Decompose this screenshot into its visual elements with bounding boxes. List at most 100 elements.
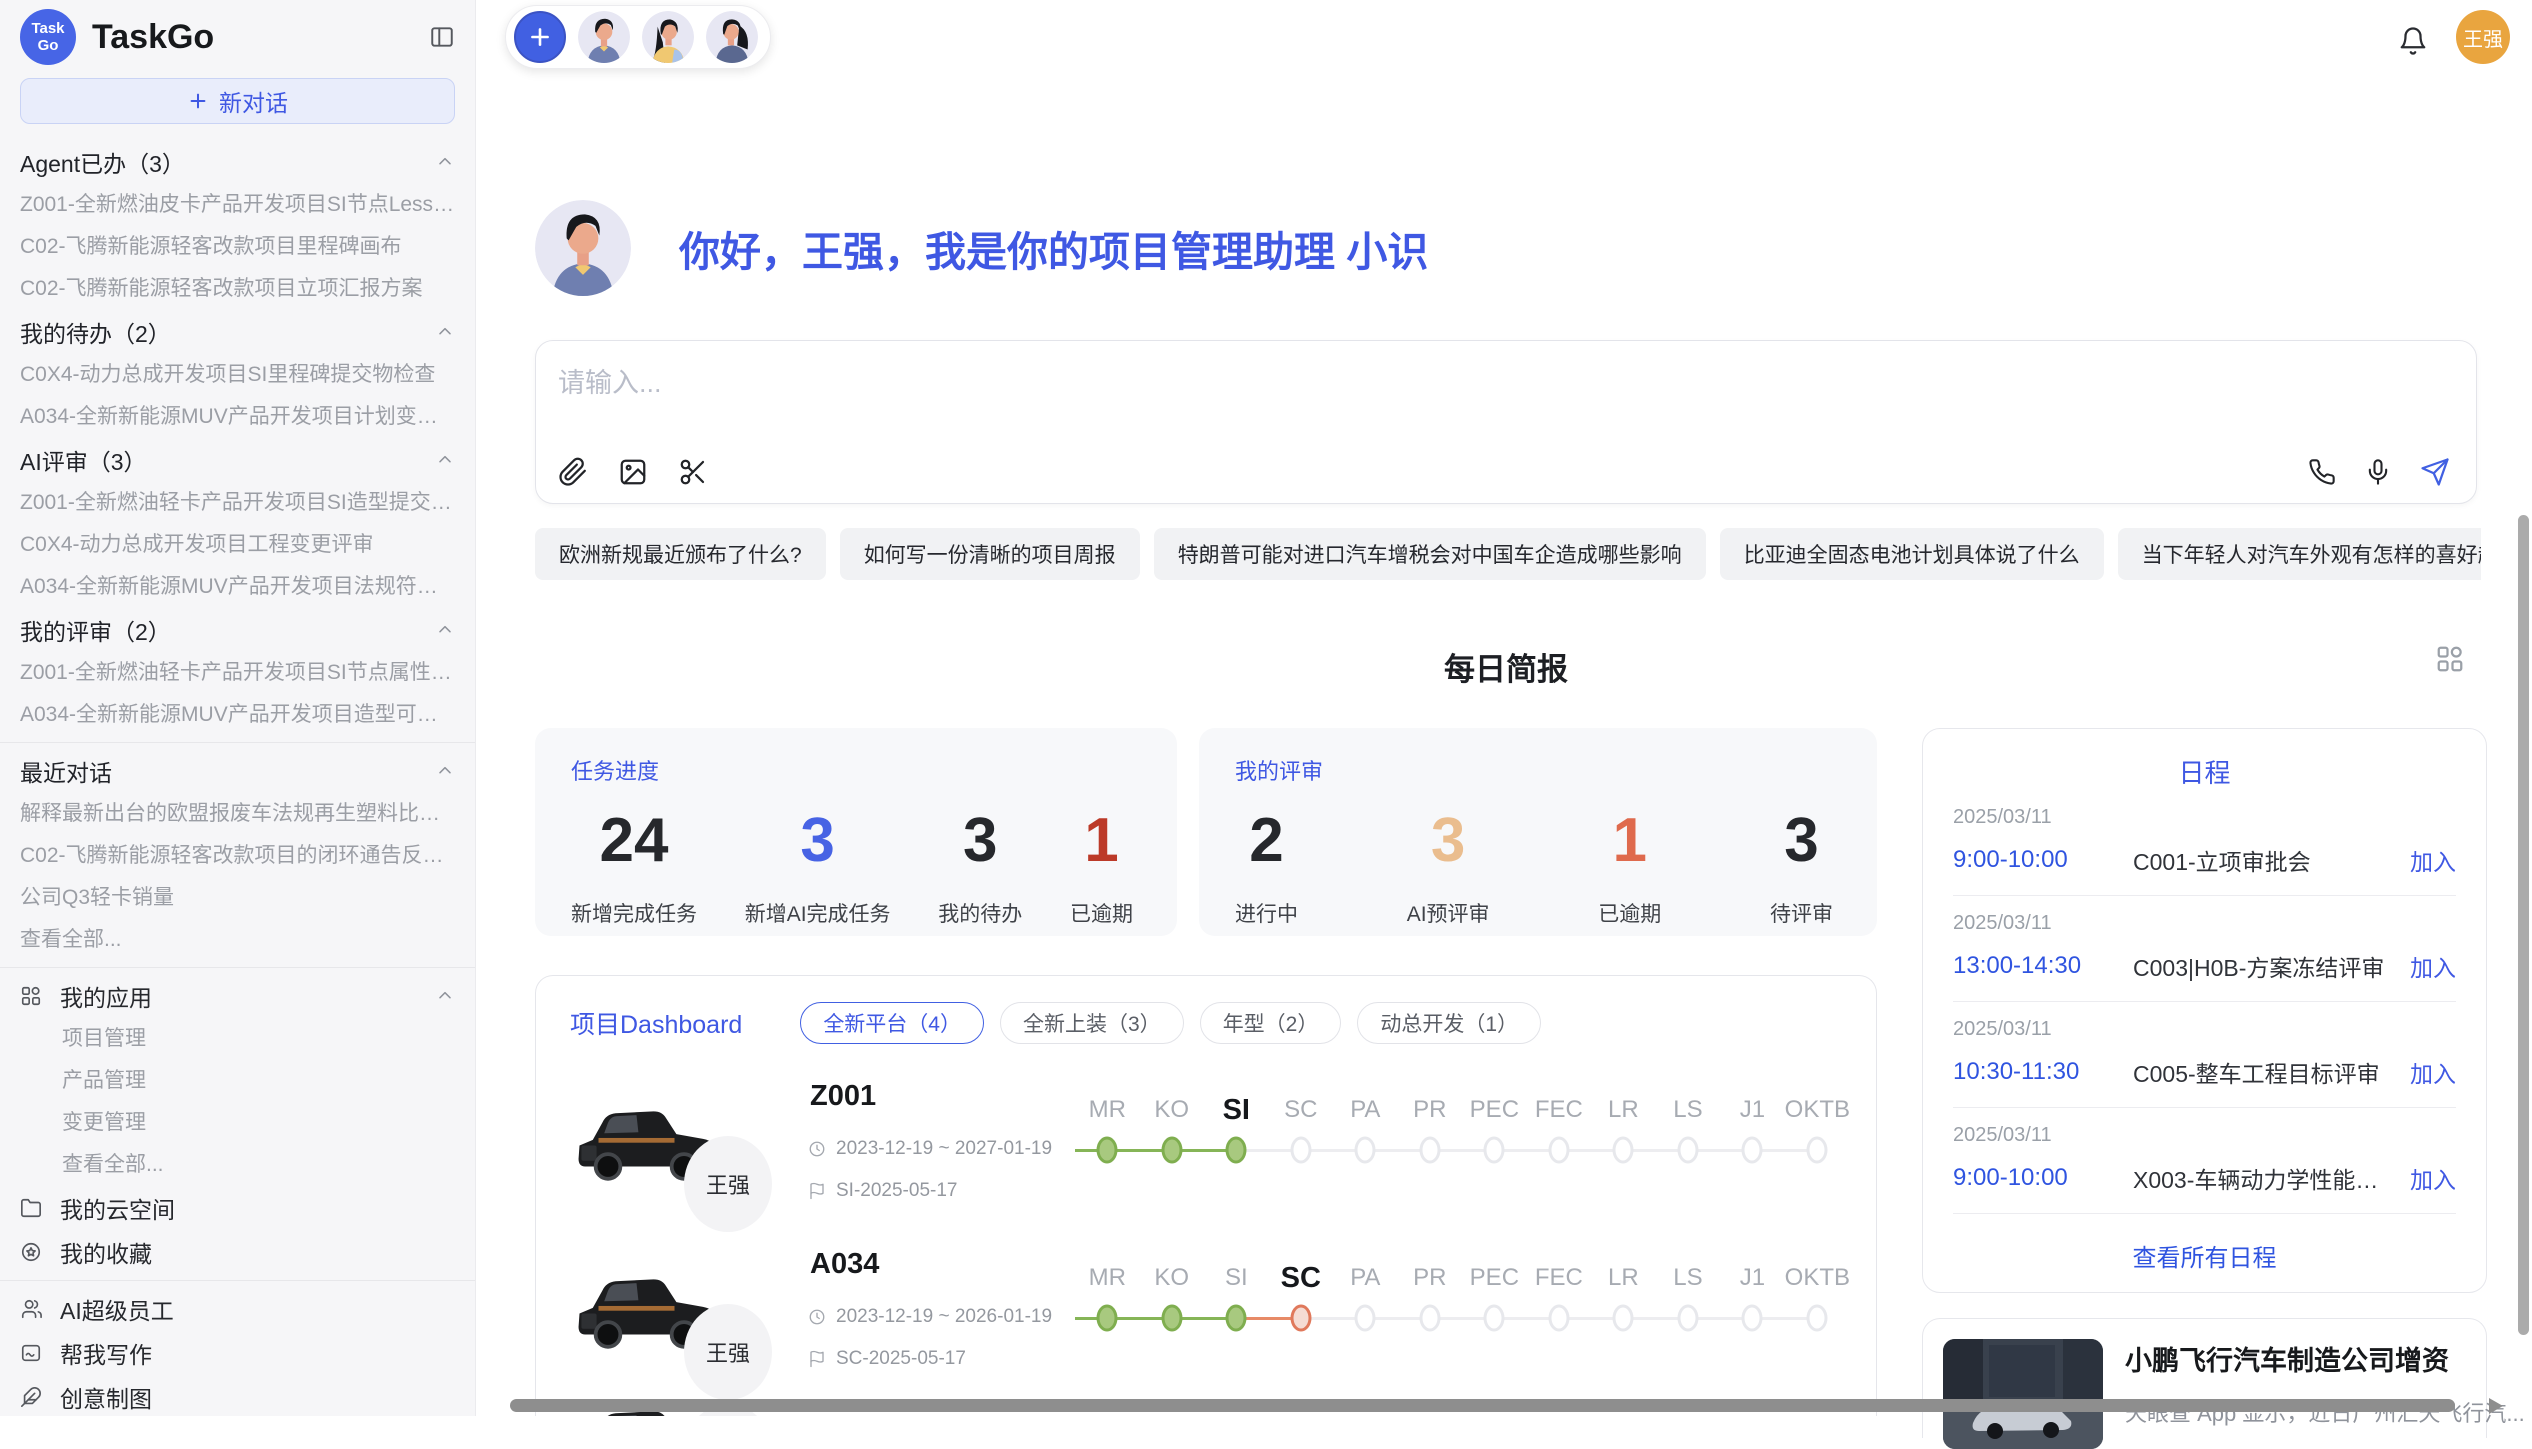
list-item[interactable]: A034-全新新能源MUV产品开发项目法规符合性评审 [20, 566, 455, 608]
list-item[interactable]: Z001-全新燃油皮卡产品开发项目SI节点Lesson Learn报告 [20, 184, 455, 226]
milestone: PEC [1462, 1090, 1527, 1170]
list-item[interactable]: 解释最新出台的欧盟报废车法规再生塑料比例被调至15%... [20, 793, 455, 835]
chevron-up-icon[interactable] [435, 152, 455, 172]
sidebar-item-my-apps[interactable]: 我的应用 [20, 974, 455, 1018]
app-logo: Task Go [20, 9, 76, 65]
milestone: MR [1075, 1090, 1140, 1170]
filter-chip[interactable]: 全新上装（3） [1000, 1002, 1184, 1044]
collapse-sidebar-icon[interactable] [429, 24, 455, 50]
project-dates: 2023-12-19 ~ 2027-01-19 [808, 1138, 1052, 1160]
schedule-title: 日程 [1953, 753, 2456, 790]
attach-file-icon[interactable] [558, 457, 588, 487]
milestone: SI [1204, 1258, 1269, 1338]
project-milestone-ref: SI-2025-05-17 [808, 1180, 957, 1202]
list-item[interactable]: A034-全新新能源MUV产品开发项目计划变更表编写 [20, 396, 455, 438]
milestone-dot [1677, 1137, 1698, 1164]
join-link[interactable]: 加入 [2410, 949, 2456, 983]
milestone-dot [1419, 1137, 1440, 1164]
chevron-up-icon[interactable] [435, 450, 455, 470]
project-code: A034 [810, 1248, 879, 1281]
chevron-up-icon[interactable] [435, 322, 455, 342]
app-title: TaskGo [92, 18, 429, 57]
list-item[interactable]: 公司Q3轻卡销量 [20, 877, 455, 919]
view-all-schedule-link[interactable]: 查看所有日程 [1953, 1238, 2456, 1273]
project-row[interactable]: 王强 A034 2023-12-19 ~ 2026-01-19 SC-2025-… [570, 1244, 1850, 1404]
milestone-dot [1355, 1137, 1376, 1164]
chat-input[interactable] [558, 361, 2438, 437]
view-all-link[interactable]: 查看全部... [20, 919, 455, 961]
filter-chip[interactable]: 动总开发（1） [1357, 1002, 1541, 1044]
sidebar-item-help-me-write[interactable]: 帮我写作 [20, 1331, 455, 1375]
sidebar-item-favorites[interactable]: 我的收藏 [20, 1230, 455, 1274]
suggestion-chip[interactable]: 特朗普可能对进口汽车增税会对中国车企造成哪些影响 [1154, 528, 1706, 580]
view-all-link[interactable]: 查看全部... [20, 1144, 455, 1186]
vertical-scrollbar[interactable] [2518, 515, 2529, 1335]
user-avatar[interactable]: 王强 [2456, 10, 2510, 64]
chevron-up-icon[interactable] [435, 986, 455, 1006]
sidebar-item-ai-super-staff[interactable]: AI超级员工 [20, 1287, 455, 1331]
milestone: OKTB [1785, 1258, 1850, 1338]
sidebar-item-project-mgmt[interactable]: 项目管理 [20, 1018, 455, 1060]
filter-chip[interactable]: 年型（2） [1200, 1002, 1342, 1044]
list-item[interactable]: C02-飞腾新能源轻客改款项目的闭环通告反馈情况 [20, 835, 455, 877]
new-chat-button[interactable]: 新对话 [20, 78, 455, 124]
list-item[interactable]: C02-飞腾新能源轻客改款项目里程碑画布 [20, 226, 455, 268]
suggestion-chip[interactable]: 比亚迪全固态电池计划具体说了什么 [1720, 528, 2104, 580]
milestone-dot [1613, 1137, 1634, 1164]
list-item[interactable]: C0X4-动力总成开发项目工程变更评审 [20, 524, 455, 566]
sidebar-item-cloud-space[interactable]: 我的云空间 [20, 1186, 455, 1230]
join-link[interactable]: 加入 [2410, 1055, 2456, 1089]
sidebar-item-change-mgmt[interactable]: 变更管理 [20, 1102, 455, 1144]
milestone: LR [1591, 1090, 1656, 1170]
avatar[interactable] [578, 11, 630, 63]
news-card[interactable]: 小鹏飞行汽车制造公司增资 天眼查 App 显示，近日广州汇天飞行汽... [1922, 1318, 2487, 1438]
avatar[interactable] [706, 11, 758, 63]
milestone-dot [1484, 1305, 1505, 1332]
scroll-right-arrow[interactable] [2489, 1398, 2503, 1414]
milestone-dot [1484, 1137, 1505, 1164]
layout-grid-icon[interactable] [2435, 644, 2465, 674]
sidebar-item-creative-drawing[interactable]: 创意制图 [20, 1375, 455, 1419]
milestone: OKTB [1785, 1090, 1850, 1170]
list-item[interactable]: Z001-全新燃油轻卡产品开发项目SI造型提交物评审 [20, 482, 455, 524]
join-link[interactable]: 加入 [2410, 1161, 2456, 1195]
list-item[interactable]: Z001-全新燃油轻卡产品开发项目SI节点属性5D文件评审 [20, 652, 455, 694]
schedule-item: 2025/03/11 9:00-10:00 X003-车辆动力学性能验... 加… [1953, 1108, 2456, 1214]
microphone-icon[interactable] [2364, 458, 2392, 486]
milestone: LR [1591, 1258, 1656, 1338]
schedule-item: 2025/03/11 9:00-10:00 C001-立项审批会 加入 [1953, 790, 2456, 896]
horizontal-scrollbar[interactable] [510, 1399, 2455, 1412]
clock-icon [808, 1140, 826, 1158]
add-contact-button[interactable] [514, 11, 566, 63]
section-recent-chats[interactable]: 最近对话 [20, 749, 455, 793]
voice-call-icon[interactable] [2308, 458, 2336, 486]
notification-bell-icon[interactable] [2398, 26, 2428, 56]
filter-chip[interactable]: 全新平台（4） [800, 1002, 984, 1044]
chevron-up-icon[interactable] [435, 761, 455, 781]
section-ai-review[interactable]: AI评审（3） [20, 438, 455, 482]
attach-image-icon[interactable] [618, 457, 648, 487]
suggestion-chip[interactable]: 当下年轻人对汽车外观有怎样的喜好趋势 [2118, 528, 2481, 580]
list-item[interactable]: C0X4-动力总成开发项目SI里程碑提交物检查 [20, 354, 455, 396]
section-agent-done[interactable]: Agent已办（3） [20, 140, 455, 184]
chevron-up-icon[interactable] [435, 620, 455, 640]
send-icon[interactable] [2420, 457, 2450, 487]
suggestion-chip[interactable]: 欧洲新规最近颁布了什么? [535, 528, 826, 580]
list-item[interactable]: C02-飞腾新能源轻客改款项目立项汇报方案 [20, 268, 455, 310]
milestone: LS [1656, 1090, 1721, 1170]
screenshot-icon[interactable] [678, 457, 708, 487]
section-my-todo[interactable]: 我的待办（2） [20, 310, 455, 354]
sidebar-item-product-mgmt[interactable]: 产品管理 [20, 1060, 455, 1102]
milestone: KO [1140, 1258, 1205, 1338]
join-link[interactable]: 加入 [2410, 843, 2456, 877]
section-my-review[interactable]: 我的评审（2） [20, 608, 455, 652]
my-review-card: 我的评审 2 进行中 3 AI预评审 1 已逾期 3 待评审 [1199, 728, 1877, 936]
suggestion-chip[interactable]: 如何写一份清晰的项目周报 [840, 528, 1140, 580]
write-icon [20, 1342, 44, 1364]
milestone-dot [1548, 1305, 1569, 1332]
input-attachments [558, 457, 708, 487]
project-row[interactable]: 王强 Z001 2023-12-19 ~ 2027-01-19 SI-2025-… [570, 1076, 1850, 1236]
avatar[interactable] [642, 11, 694, 63]
list-item[interactable]: A034-全新新能源MUV产品开发项目造型可行性评审 [20, 694, 455, 736]
stat: 1 已逾期 [1070, 808, 1133, 928]
